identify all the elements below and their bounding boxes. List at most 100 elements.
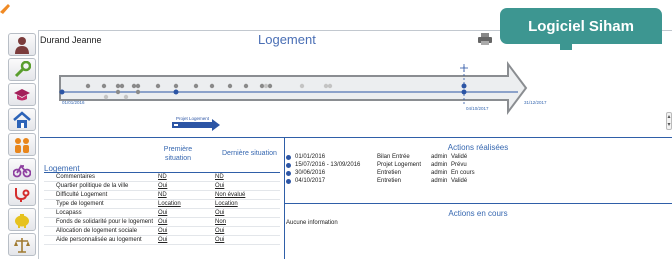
person-icon xyxy=(15,36,29,54)
action-user: admin xyxy=(431,178,448,184)
first-situation-value[interactable]: Oui xyxy=(158,218,215,226)
first-situation-value[interactable]: Oui xyxy=(158,236,215,244)
first-situation-value[interactable]: Oui xyxy=(158,227,215,235)
scales-icon xyxy=(14,237,30,253)
action-item[interactable]: 15/07/2016 - 13/09/2016 Projet Logement ad… xyxy=(286,161,666,169)
action-status: Validé xyxy=(451,178,468,184)
bullet-icon xyxy=(286,162,291,168)
last-situation-value[interactable]: Location xyxy=(215,200,275,208)
last-situation-value[interactable]: Non évalué xyxy=(215,191,275,199)
action-type: Bilan Entrée xyxy=(377,154,410,160)
first-situation-value[interactable]: ND xyxy=(158,173,215,181)
logement-row: Fonds de solidarité pour le logement Oui N… xyxy=(44,218,280,227)
row-label: Commentaires xyxy=(56,174,96,180)
sidebar-item-education[interactable] xyxy=(8,83,36,106)
logement-row: Locapass Oui Oui xyxy=(44,209,280,218)
bullet-icon xyxy=(286,154,291,160)
family-icon xyxy=(15,137,29,153)
action-date: 15/07/2016 - 13/09/2016 xyxy=(295,162,361,168)
action-type: Entretien xyxy=(377,170,402,176)
last-situation-value[interactable]: Oui xyxy=(215,236,275,244)
action-date: 04/10/2017 xyxy=(295,178,326,184)
action-user: admin xyxy=(431,170,448,176)
action-type: Projet Logement xyxy=(377,162,422,168)
scroll-down-icon[interactable]: ▾ xyxy=(667,122,670,128)
row-label: Allocation de logement sociale xyxy=(56,228,138,234)
logement-table: Commentaires ND ND Quartier politique de la… xyxy=(44,172,280,245)
sidebar-item-person[interactable] xyxy=(8,33,36,56)
row-label: Type de logement xyxy=(56,201,104,207)
printer-icon[interactable] xyxy=(478,33,492,45)
wrench-icon xyxy=(14,60,31,77)
bullet-icon xyxy=(286,178,291,184)
person-name: Durand Jeanne xyxy=(40,35,102,45)
last-situation-value[interactable]: Oui xyxy=(215,182,275,190)
timeline-start-dot xyxy=(59,89,65,95)
scroll-up-icon[interactable]: ▴ xyxy=(667,114,670,120)
sidebar-item-housing[interactable] xyxy=(8,108,36,131)
row-label: Locapass xyxy=(56,210,82,216)
last-situation-value[interactable]: Oui xyxy=(215,209,275,217)
logo-mark xyxy=(0,4,10,14)
first-situation-value[interactable]: Oui xyxy=(158,182,215,190)
action-status: Validé xyxy=(451,154,468,160)
last-situation-value[interactable]: Oui xyxy=(215,227,275,235)
timeline: 01/01/2016 04/10/2017 31/12/2017 Projet … xyxy=(59,61,547,131)
app-badge: Logiciel Siham xyxy=(500,8,662,44)
action-date: 01/01/2016 xyxy=(295,154,326,160)
bullet-icon xyxy=(286,170,291,176)
timeline-arrow xyxy=(59,61,528,115)
column-divider xyxy=(284,138,285,259)
first-situation-header: Première situation xyxy=(163,146,193,162)
sidebar-item-health[interactable] xyxy=(8,183,36,206)
piggy-bank-icon xyxy=(15,213,29,228)
action-item[interactable]: 01/01/2016 Bilan Entrée admin Validé xyxy=(286,153,666,161)
actions-in-progress-empty: Aucune information xyxy=(286,220,338,226)
row-label: Fonds de solidarité pour le logement xyxy=(56,219,154,225)
timeline-event-label: Projet Logement xyxy=(176,116,210,121)
action-user: admin xyxy=(431,154,448,160)
stethoscope-icon xyxy=(15,187,30,202)
scroll-arrows[interactable]: ▴ ▾ xyxy=(666,112,672,130)
house-icon xyxy=(13,110,31,128)
row-label: Quartier politique de la ville xyxy=(56,183,129,189)
action-item[interactable]: 04/10/2017 Entretien admin Validé xyxy=(286,177,666,185)
action-user: admin xyxy=(431,162,448,168)
timeline-mid-label: 04/10/2017 xyxy=(466,106,489,111)
row-label: Aide personnalisée au logement xyxy=(56,237,142,243)
sidebar-item-family[interactable] xyxy=(8,133,36,156)
sidebar-item-tools[interactable] xyxy=(8,58,36,81)
logement-row: Allocation de logement sociale Oui Oui xyxy=(44,227,280,236)
last-situation-value[interactable]: ND xyxy=(215,173,275,181)
last-situation-value[interactable]: Non xyxy=(215,218,275,226)
page-title: Logement xyxy=(258,32,316,47)
timeline-mid-dot xyxy=(173,89,179,95)
timeline-end-label: 31/12/2017 xyxy=(524,100,547,105)
first-situation-value[interactable]: ND xyxy=(158,191,215,199)
sidebar-item-mobility[interactable] xyxy=(8,158,36,181)
actions-done-title: Actions réalisées xyxy=(447,143,509,152)
first-situation-value[interactable]: Location xyxy=(158,200,215,208)
actions-in-progress-title: Actions en cours xyxy=(448,209,508,218)
logement-row: Difficulté Logement ND Non évalué xyxy=(44,191,280,200)
logement-row: Commentaires ND ND xyxy=(44,173,280,182)
action-date: 30/06/2016 xyxy=(295,170,326,176)
row-label: Difficulté Logement xyxy=(56,192,108,198)
graduation-cap-icon xyxy=(14,88,30,100)
actions-done-list: 01/01/2016 Bilan Entrée admin Validé 15/07/2… xyxy=(286,153,666,185)
section-divider xyxy=(40,137,672,138)
action-type: Entretien xyxy=(377,178,402,184)
actions-divider xyxy=(285,203,672,204)
sidebar-item-legal[interactable] xyxy=(8,233,36,256)
logement-row: Quartier politique de la ville Oui Oui xyxy=(44,182,280,191)
action-status: Prévu xyxy=(451,162,467,168)
logement-row: Type de logement Location Location xyxy=(44,200,280,209)
action-item[interactable]: 30/06/2016 Entretien admin En cours xyxy=(286,169,666,177)
timeline-start-label: 01/01/2016 xyxy=(62,100,85,105)
sidebar xyxy=(8,33,36,259)
action-status: En cours xyxy=(451,170,475,176)
first-situation-value[interactable]: Oui xyxy=(158,209,215,217)
sidebar-item-finance[interactable] xyxy=(8,208,36,231)
bicycle-icon xyxy=(13,163,31,177)
logement-row: Aide personnalisée au logement Oui Oui xyxy=(44,236,280,245)
